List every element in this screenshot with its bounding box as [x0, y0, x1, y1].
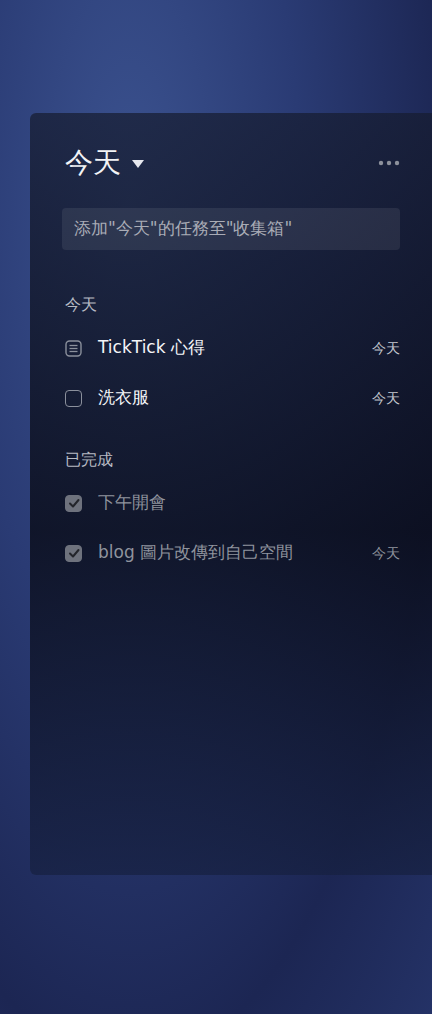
- task-panel: 今天今天TickTick 心得今天洗衣服今天已完成下午開會blog 圖片改傳到自…: [30, 113, 432, 875]
- task-row[interactable]: blog 圖片改傳到自己空間今天: [62, 528, 400, 578]
- task-date: 今天: [372, 388, 400, 409]
- section-title: 已完成: [62, 450, 400, 470]
- task-list: 下午開會 blog 圖片改傳到自己空間今天: [62, 478, 400, 578]
- task-title[interactable]: TickTick 心得: [98, 335, 364, 361]
- task-list: TickTick 心得今天洗衣服今天: [62, 323, 400, 423]
- more-icon[interactable]: [378, 159, 400, 167]
- check-icon: [68, 497, 80, 509]
- task-date: 今天: [372, 543, 400, 564]
- task-checkbox[interactable]: [65, 495, 82, 512]
- task-checkbox[interactable]: [65, 545, 82, 562]
- list-title[interactable]: 今天: [65, 143, 121, 183]
- task-checkbox[interactable]: [65, 390, 82, 407]
- panel-header: 今天: [62, 143, 400, 183]
- task-row[interactable]: 下午開會: [62, 478, 400, 528]
- task-row[interactable]: 洗衣服今天: [62, 373, 400, 423]
- task-title[interactable]: 洗衣服: [98, 385, 364, 411]
- task-title[interactable]: 下午開會: [98, 490, 400, 516]
- note-icon[interactable]: [65, 340, 82, 357]
- add-task-input[interactable]: [62, 208, 400, 250]
- task-title[interactable]: blog 圖片改傳到自己空間: [98, 540, 364, 566]
- task-row[interactable]: TickTick 心得今天: [62, 323, 400, 373]
- task-date: 今天: [372, 338, 400, 359]
- section-title: 今天: [62, 295, 400, 315]
- dropdown-icon[interactable]: [131, 159, 145, 169]
- list-selector[interactable]: 今天: [65, 143, 145, 183]
- check-icon: [68, 547, 80, 559]
